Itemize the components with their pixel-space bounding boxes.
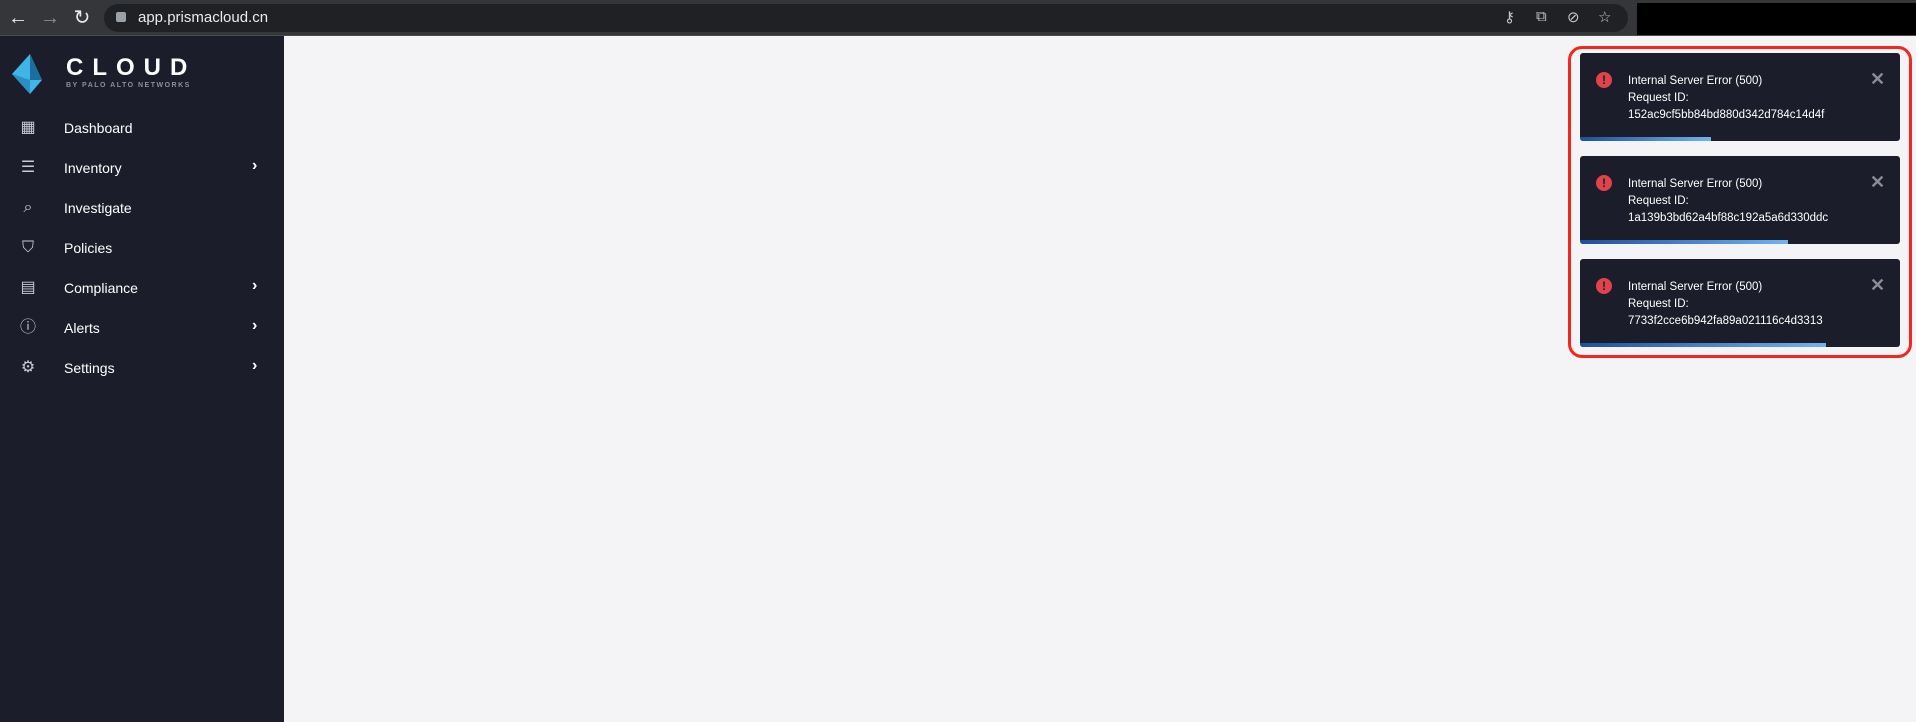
request-id-label: Request ID: [1628, 298, 1689, 310]
back-icon[interactable]: ← [6, 6, 30, 30]
brand-name: CLOUD [66, 54, 197, 81]
request-id-value: 1a139b3bd62a4bf88c192a5a6d330ddc [1628, 212, 1829, 224]
sidebar-item-label: Investigate [64, 200, 132, 216]
brand-tagline: BY PALO ALTO NETWORKS [66, 82, 191, 89]
chevron-right-icon: › [252, 317, 258, 334]
sidebar-item-investigate[interactable]: ⌕ Investigate [0, 190, 284, 226]
reload-icon[interactable]: ↻ [70, 6, 94, 30]
close-icon[interactable]: ✕ [1870, 172, 1885, 193]
redacted-area [1637, 3, 1916, 35]
key-icon[interactable]: ⚷ [1504, 8, 1515, 26]
url-text: app.prismacloud.cn [138, 9, 269, 26]
forward-icon[interactable]: → [38, 6, 62, 30]
prisma-logo-icon [12, 54, 42, 94]
sidebar-item-label: Alerts [64, 320, 100, 336]
toast-title: Internal Server Error (500) [1628, 75, 1763, 87]
browser-toolbar: ← → ↻ app.prismacloud.cn ⚷ ⧉ ⊘ ☆ [0, 0, 1916, 36]
toast-title: Internal Server Error (500) [1628, 281, 1763, 293]
chevron-right-icon: › [252, 357, 258, 374]
request-id-label: Request ID: [1628, 195, 1689, 207]
error-toast: ! Internal Server Error (500) Request ID:… [1580, 259, 1900, 347]
sidebar-item-label: Policies [64, 240, 113, 256]
error-toast: ! Internal Server Error (500) Request ID:… [1580, 156, 1900, 244]
toast-progress-bar [1580, 240, 1788, 244]
sidebar-item-alerts[interactable]: ⓘ Alerts › [0, 310, 284, 346]
shield-check-icon: ⛉ [21, 239, 34, 256]
sidebar-item-dashboard[interactable]: ▦ Dashboard [0, 110, 284, 146]
sidebar-item-compliance[interactable]: ▤ Compliance › [0, 270, 284, 306]
chevron-right-icon: › [252, 157, 258, 174]
sidebar-item-inventory[interactable]: ☰ Inventory › [0, 150, 284, 186]
investigate-search-icon: ⌕ [23, 199, 33, 216]
eye-off-icon[interactable]: ⊘ [1567, 8, 1580, 26]
sidebar-item-settings[interactable]: ⚙ Settings › [0, 350, 284, 386]
alert-circle-icon: ⓘ [19, 319, 36, 336]
toast-progress-bar [1580, 343, 1827, 347]
error-icon: ! [1596, 278, 1612, 294]
request-id-value: 152ac9cf5bb84bd880d342d784c14d4f [1628, 109, 1825, 121]
dashboard-icon: ▦ [20, 119, 36, 136]
sidebar-item-label: Compliance [64, 280, 138, 296]
error-icon: ! [1596, 72, 1612, 88]
sidebar-item-label: Inventory [64, 160, 122, 176]
error-toast: ! Internal Server Error (500) Request ID:… [1580, 53, 1900, 141]
chevron-right-icon: › [252, 277, 258, 294]
toast-title: Internal Server Error (500) [1628, 178, 1763, 190]
sidebar-item-policies[interactable]: ⛉ Policies [0, 230, 284, 266]
document-icon: ▤ [20, 279, 36, 296]
gear-icon: ⚙ [20, 359, 36, 376]
toast-progress-bar [1580, 137, 1712, 141]
sidebar-item-label: Settings [64, 360, 115, 376]
lock-icon [116, 12, 126, 22]
address-bar[interactable]: app.prismacloud.cn ⚷ ⧉ ⊘ ☆ [104, 4, 1628, 32]
sidebar-item-label: Dashboard [64, 120, 133, 136]
request-id-value: 7733f2cce6b942fa89a021116c4d3313 [1628, 315, 1823, 327]
close-icon[interactable]: ✕ [1870, 69, 1885, 90]
request-id-label: Request ID: [1628, 92, 1689, 104]
inventory-list-icon: ☰ [20, 159, 36, 176]
error-icon: ! [1596, 175, 1612, 191]
translate-icon[interactable]: ⧉ [1536, 8, 1547, 25]
star-icon[interactable]: ☆ [1598, 8, 1611, 26]
close-icon[interactable]: ✕ [1870, 275, 1885, 296]
